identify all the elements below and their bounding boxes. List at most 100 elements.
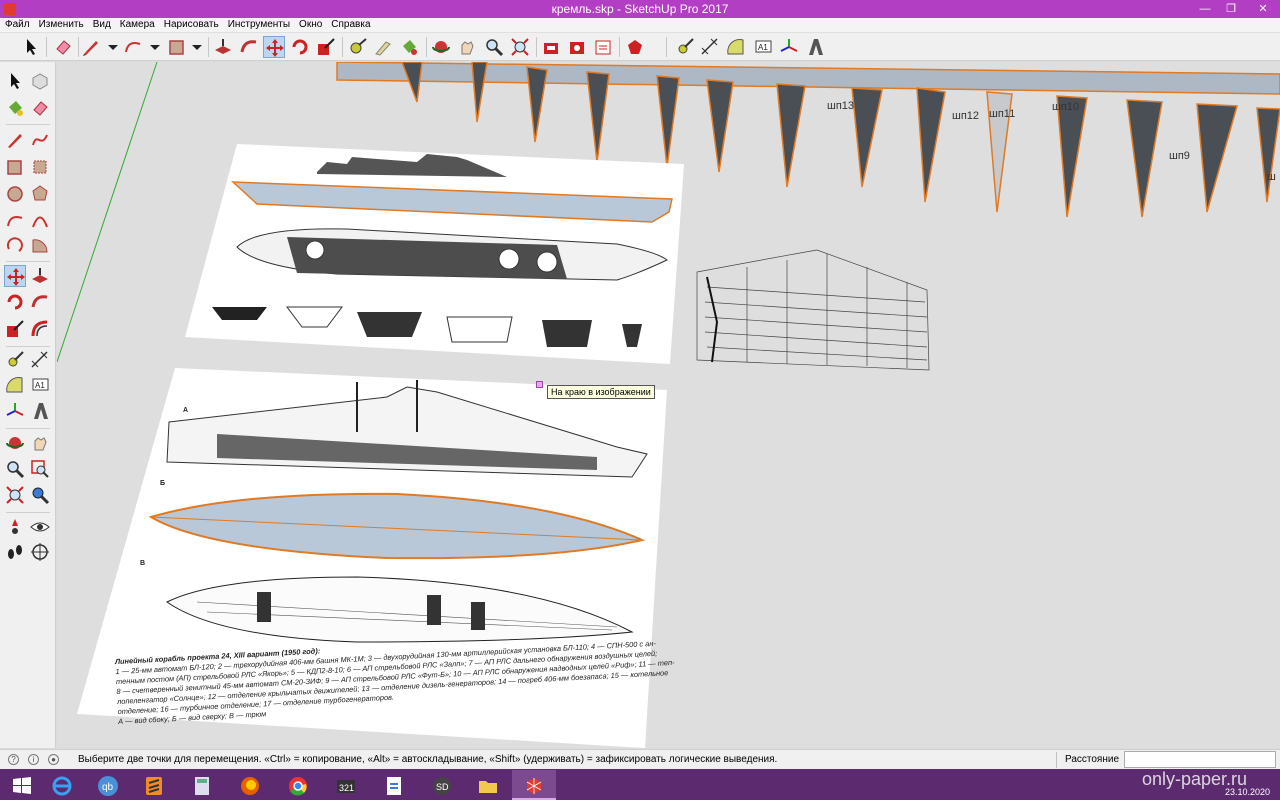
rectangle-icon[interactable] [166, 36, 188, 58]
eraser-icon[interactable] [52, 36, 74, 58]
menu-camera[interactable]: Камера [115, 18, 159, 30]
calculator-icon[interactable] [180, 770, 224, 800]
select-icon[interactable] [20, 36, 42, 58]
protractor-icon[interactable] [725, 36, 747, 58]
warehouse-icon[interactable] [540, 36, 562, 58]
section-plane-icon[interactable] [29, 541, 51, 563]
video-editor-icon[interactable]: 321 [324, 770, 368, 800]
move-icon[interactable] [4, 265, 26, 287]
look-around-icon[interactable] [29, 516, 51, 538]
make-component-icon[interactable] [29, 70, 51, 92]
menu-help[interactable]: Справка [326, 18, 374, 30]
two-point-arc-icon[interactable] [29, 210, 51, 232]
menu-window[interactable]: Окно [294, 18, 326, 30]
sketchup-icon[interactable] [512, 770, 556, 800]
move-icon[interactable] [263, 36, 285, 58]
line-icon[interactable] [4, 129, 26, 151]
select-icon[interactable] [4, 70, 26, 92]
zoom-extents-icon[interactable] [509, 36, 531, 58]
zoom-icon[interactable] [4, 458, 26, 480]
file-explorer-icon[interactable] [466, 770, 510, 800]
tape-measure-icon[interactable] [347, 36, 369, 58]
scale-icon[interactable] [4, 318, 26, 340]
rotate-icon[interactable] [289, 36, 311, 58]
position-camera-icon[interactable] [4, 516, 26, 538]
zoom-window-icon[interactable] [29, 458, 51, 480]
frame-label-9: шп9 [1169, 150, 1190, 162]
paint-bucket-icon[interactable] [4, 97, 26, 119]
push-pull-icon[interactable] [29, 265, 51, 287]
svg-text:qb: qb [102, 782, 114, 793]
text-tool-icon[interactable] [372, 36, 394, 58]
model-viewport[interactable]: шп13 шп12 шп11 шп10 шп9 ш А Б В Линейный… [57, 62, 1280, 748]
menu-view[interactable]: Вид [88, 18, 115, 30]
pdf-editor-icon[interactable] [372, 770, 416, 800]
orbit-icon[interactable] [4, 432, 26, 454]
dimension-icon[interactable] [699, 36, 721, 58]
rectangle-icon[interactable] [4, 156, 26, 178]
sketchup-sd-icon[interactable]: SD [420, 770, 464, 800]
menu-file[interactable]: Файл [0, 18, 34, 30]
follow-me-icon[interactable] [238, 36, 260, 58]
protractor-icon[interactable] [4, 374, 26, 396]
dimension-icon[interactable] [29, 349, 51, 371]
qbittorrent-icon[interactable]: qb [86, 770, 130, 800]
internet-explorer-icon[interactable] [40, 770, 84, 800]
circle-icon[interactable] [4, 183, 26, 205]
extension-manager-icon[interactable] [624, 36, 646, 58]
pie-icon[interactable] [29, 234, 51, 256]
rotate-icon[interactable] [4, 291, 26, 313]
tape-icon[interactable] [674, 36, 696, 58]
arc-dropdown-icon[interactable] [144, 36, 166, 58]
previous-view-icon[interactable] [29, 484, 51, 506]
model-scene[interactable]: шп13 шп12 шп11 шп10 шп9 ш А Б В Линейный… [57, 62, 1280, 748]
pan-icon[interactable] [29, 432, 51, 454]
orbit-icon[interactable] [430, 36, 452, 58]
menu-edit[interactable]: Изменить [34, 18, 88, 30]
axes-icon[interactable] [778, 36, 800, 58]
user-icon[interactable]: ● [48, 754, 59, 765]
restore-button[interactable]: ❐ [1218, 0, 1244, 18]
pencil-icon[interactable] [80, 36, 102, 58]
3d-text-icon[interactable] [804, 36, 826, 58]
sublime-icon[interactable] [132, 770, 176, 800]
rectangle-dropdown-icon[interactable] [186, 36, 208, 58]
rotated-rectangle-icon[interactable] [29, 156, 51, 178]
paint-bucket-icon[interactable] [398, 36, 420, 58]
offset-icon[interactable] [29, 318, 51, 340]
taskbar-date[interactable]: 23.10.2020 [1225, 787, 1270, 797]
text-icon[interactable]: A1 [29, 374, 51, 396]
extension-warehouse-icon[interactable] [566, 36, 588, 58]
menu-draw[interactable]: Нарисовать [159, 18, 223, 30]
eraser-icon[interactable] [29, 97, 51, 119]
windows-start-icon[interactable] [0, 770, 44, 800]
measurements-input[interactable] [1124, 751, 1276, 768]
arc-icon[interactable] [4, 210, 26, 232]
axes-icon[interactable] [4, 400, 26, 422]
firefox-icon[interactable] [228, 770, 272, 800]
scale-icon[interactable] [315, 36, 337, 58]
three-point-arc-icon[interactable] [4, 234, 26, 256]
push-pull-icon[interactable] [212, 36, 234, 58]
minimize-button[interactable]: — [1192, 0, 1218, 18]
freehand-icon[interactable] [29, 129, 51, 151]
zoom-extents-icon[interactable] [4, 484, 26, 506]
polygon-icon[interactable] [29, 183, 51, 205]
main-toolbar: A1 [0, 33, 1280, 61]
layout-icon[interactable] [592, 36, 614, 58]
text-icon[interactable]: A1 [752, 36, 774, 58]
credits-icon[interactable]: i [28, 754, 39, 765]
3d-text-icon[interactable] [29, 400, 51, 422]
zoom-icon[interactable] [483, 36, 505, 58]
chrome-icon[interactable] [276, 770, 320, 800]
close-button[interactable]: ✕ [1250, 0, 1276, 18]
menu-tools[interactable]: Инструменты [223, 18, 294, 30]
follow-me-icon[interactable] [29, 291, 51, 313]
geolocation-icon[interactable]: ? [8, 754, 19, 765]
arc-icon[interactable] [122, 36, 144, 58]
tape-measure-icon[interactable] [4, 349, 26, 371]
hull-lines-drawing [696, 249, 930, 371]
pencil-dropdown-icon[interactable] [102, 36, 124, 58]
pan-icon[interactable] [456, 36, 478, 58]
walk-icon[interactable] [4, 541, 26, 563]
